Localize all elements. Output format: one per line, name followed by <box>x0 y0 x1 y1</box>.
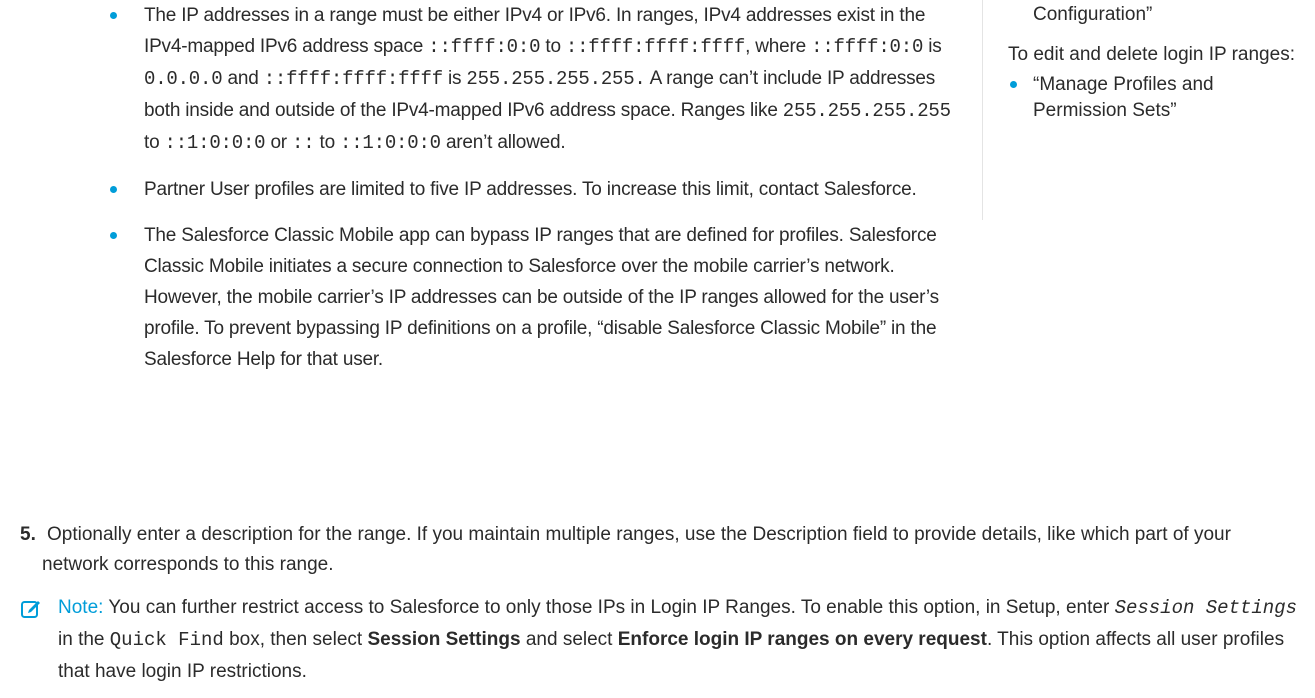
note-callout: Note: You can further restrict access to… <box>20 592 1310 687</box>
note-body: Note: You can further restrict access to… <box>20 592 1310 687</box>
step-5: 5. Optionally enter a description for th… <box>20 520 1300 580</box>
text: or <box>265 132 293 153</box>
ui-term: Enforce login IP ranges on every request <box>617 629 987 650</box>
text: to <box>314 132 341 153</box>
code: ::ffff:ffff:ffff <box>565 36 746 58</box>
list-item-permission: “Manage Profiles and Permission Sets” <box>1008 72 1308 124</box>
text: to <box>144 132 165 153</box>
code: Quick Find <box>109 629 224 651</box>
bullet-dot <box>1010 81 1017 88</box>
code: ::1:0:0:0 <box>340 132 441 154</box>
step-number: 5. <box>20 524 36 545</box>
text: , where <box>745 36 812 57</box>
text: is <box>442 68 467 89</box>
text: to <box>540 36 566 57</box>
text: aren’t allowed. <box>440 132 566 153</box>
text: The Salesforce Classic Mobile app can by… <box>144 225 939 370</box>
note-edit-icon <box>21 601 40 618</box>
code: ::ffff:ffff:ffff <box>263 68 443 90</box>
list-item-mobile-bypass: The Salesforce Classic Mobile app can by… <box>110 220 970 375</box>
text: and <box>222 68 264 89</box>
edit-permissions-heading: To edit and delete login IP ranges: <box>1008 44 1295 65</box>
text: in the <box>58 629 110 650</box>
text: is <box>923 36 942 57</box>
code: 255.255.255.255. <box>466 68 646 90</box>
permission-config-line: Configuration” <box>1033 4 1153 25</box>
bullet-dot <box>110 186 117 193</box>
user-permissions-sidebar: Configuration” To edit and delete login … <box>1008 0 1308 124</box>
note-label: Note: <box>58 597 104 618</box>
code: ::ffff:0:0 <box>428 36 541 58</box>
permission-name: “Manage Profiles and Permission Sets” <box>1033 74 1214 121</box>
text: box, then select <box>223 629 368 650</box>
bullet-dot <box>110 232 117 239</box>
text: Partner User profiles are limited to fiv… <box>144 179 917 200</box>
code: ::ffff:0:0 <box>811 36 924 58</box>
code: 255.255.255.255 <box>782 100 951 122</box>
text: You can further restrict access to Sales… <box>103 597 1115 618</box>
text: and select <box>520 629 618 650</box>
list-item-ip-family: The IP addresses in a range must be eith… <box>110 0 970 159</box>
code: ::1:0:0:0 <box>164 132 266 154</box>
code: Session Settings <box>1114 597 1297 619</box>
sidebar-divider <box>982 0 983 220</box>
code: 0.0.0.0 <box>144 68 223 90</box>
ip-range-rules-list: The IP addresses in a range must be eith… <box>110 0 970 375</box>
step-description: Optionally enter a description for the r… <box>42 524 1231 575</box>
code: :: <box>292 132 315 154</box>
bullet-dot <box>110 12 117 19</box>
edit-permissions-list: “Manage Profiles and Permission Sets” <box>1008 72 1308 124</box>
step-text: Optionally enter a description for the r… <box>20 520 1300 580</box>
ui-term: Session Settings <box>367 629 521 650</box>
list-item-partner-limit: Partner User profiles are limited to fiv… <box>110 174 970 205</box>
